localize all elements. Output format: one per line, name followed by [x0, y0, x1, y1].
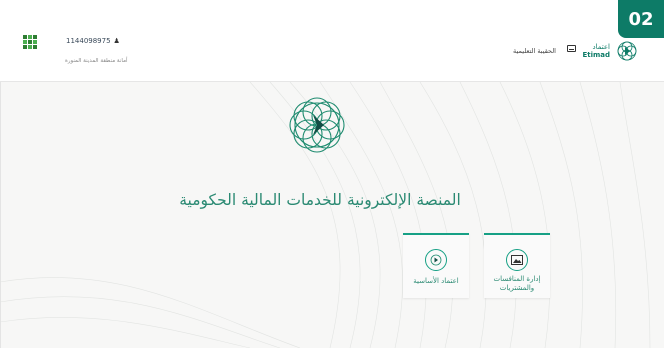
step-number-badge: 02: [618, 0, 664, 38]
card-label: اعتماد الأساسية: [403, 277, 469, 286]
tenders-procurement-card[interactable]: إدارة المنافسات والمشتريات: [484, 233, 550, 298]
card-label-line: إدارة المنافسات: [493, 275, 541, 283]
image-icon: [506, 249, 528, 271]
user-icon: ♟: [113, 37, 120, 45]
education-bag-link[interactable]: الحقيبة التعليمية: [513, 47, 556, 55]
etimad-circle-icon: [425, 249, 447, 271]
top-navigation-bar: [0, 20, 664, 82]
organization-name: أمانة منطقة المدينة المنورة: [65, 58, 128, 64]
card-label-line: اعتماد الأساسية: [413, 277, 459, 285]
inbox-icon[interactable]: [567, 45, 576, 52]
etimad-basic-card[interactable]: اعتماد الأساسية: [403, 233, 469, 298]
etimad-logo[interactable]: اعتماد Etimad: [582, 36, 640, 66]
etimad-emblem-icon: [617, 41, 637, 61]
page-title: المنصة الإلكترونية للخدمات المالية الحكو…: [179, 191, 461, 209]
apps-grid-icon[interactable]: [23, 35, 37, 49]
etimad-main-emblem-icon: [289, 97, 345, 153]
logo-arabic: اعتماد: [592, 43, 610, 51]
user-id-text: 1144098975: [66, 37, 111, 45]
logo-text: اعتماد Etimad: [582, 43, 610, 59]
card-label-line: والمشتريات: [499, 284, 535, 292]
user-id[interactable]: 1144098975 ♟: [66, 37, 120, 45]
logo-english: Etimad: [582, 51, 610, 59]
card-label: إدارة المنافسات والمشتريات: [484, 275, 550, 293]
